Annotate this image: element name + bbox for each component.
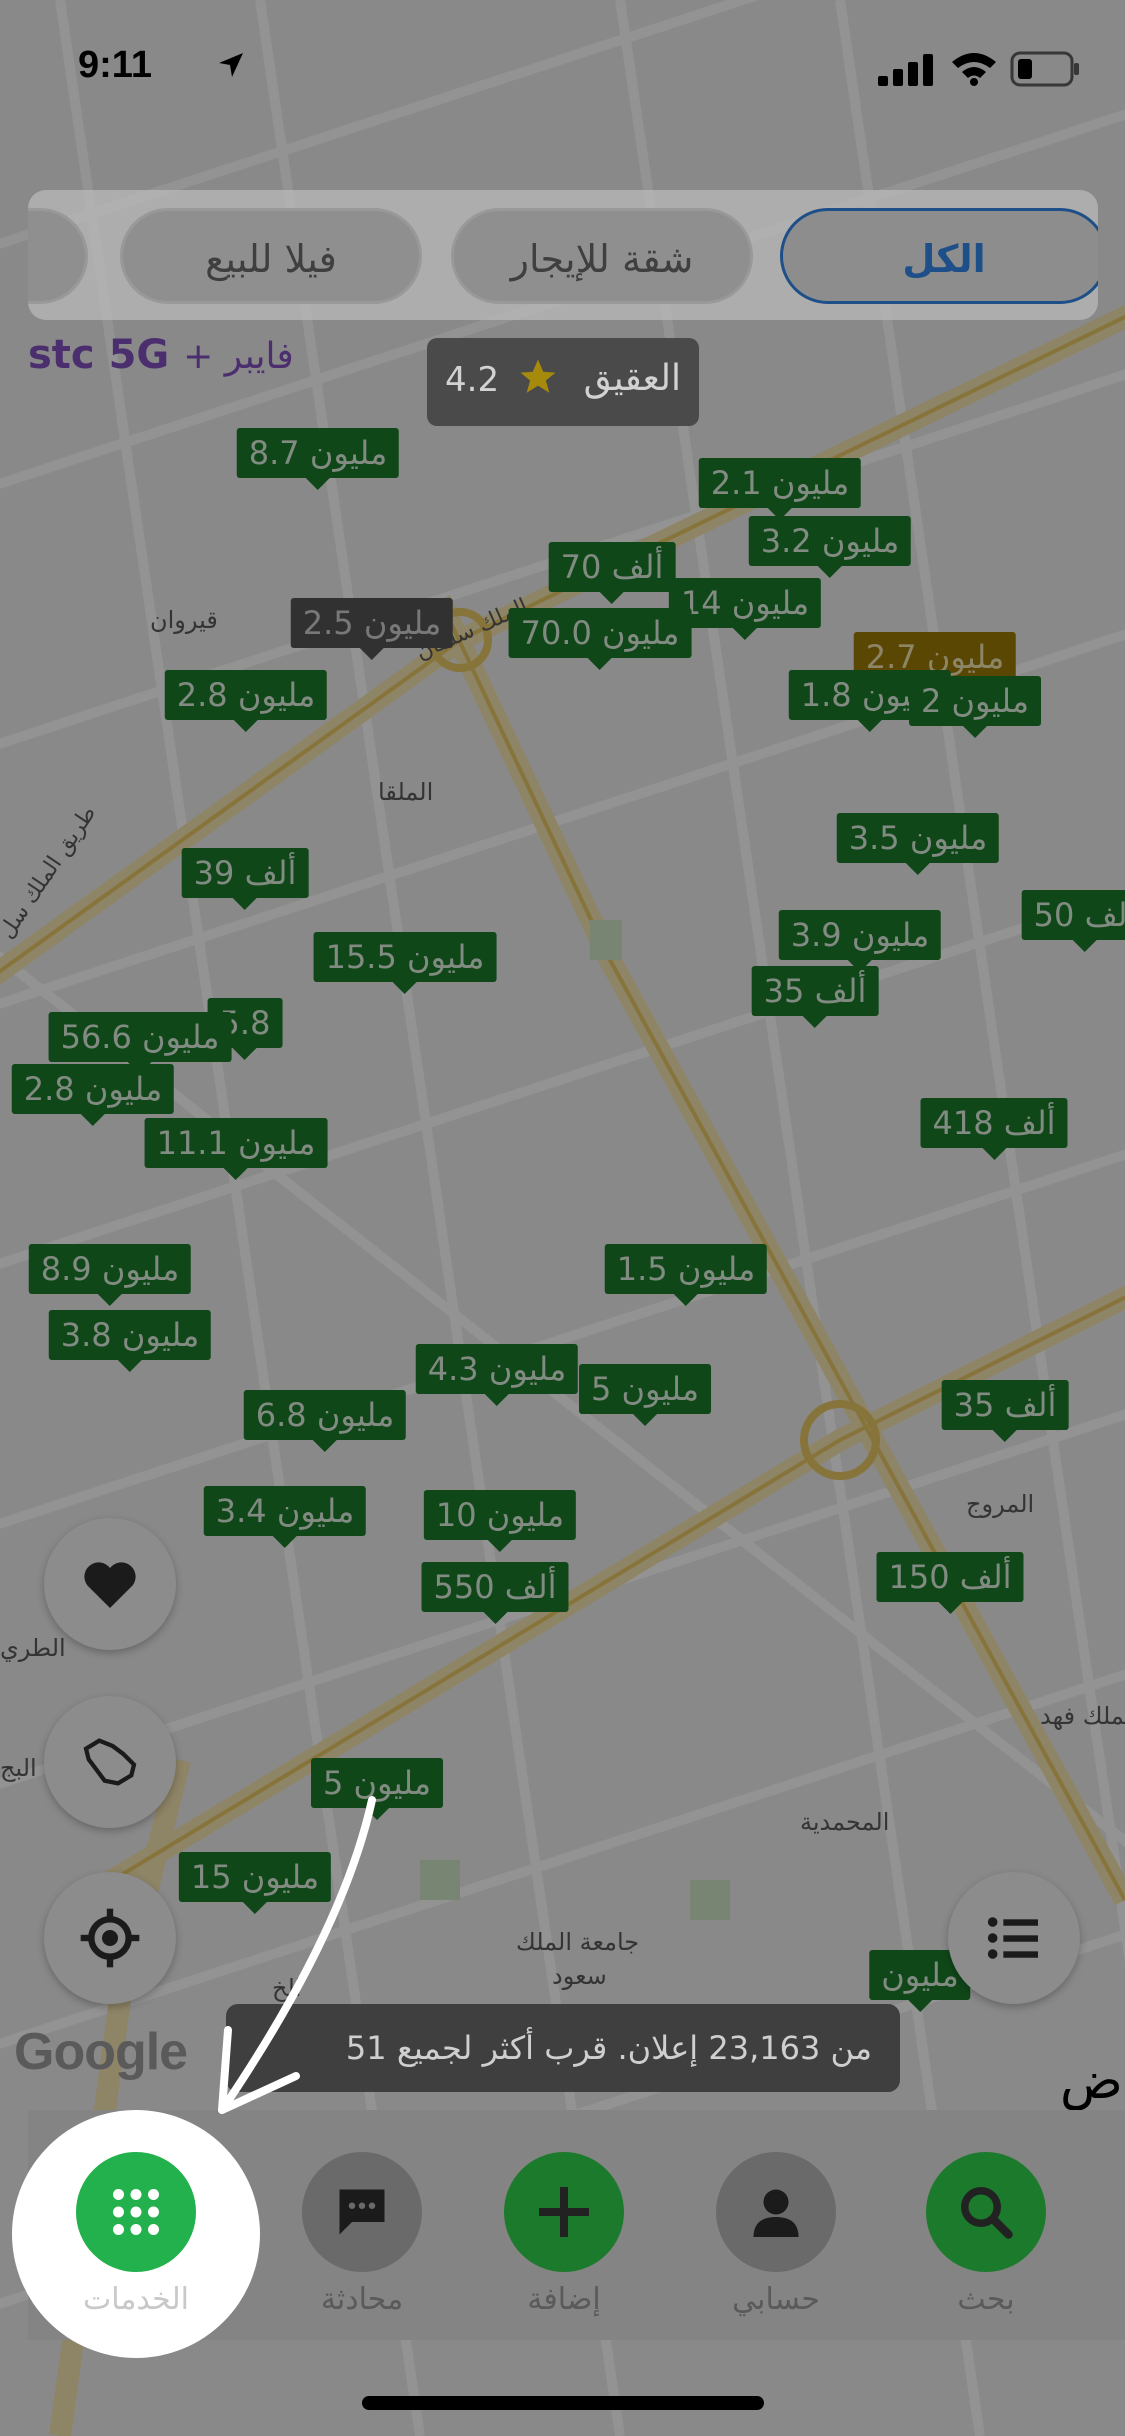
- neighborhood-rating: 4.2: [445, 360, 500, 400]
- person-icon: [753, 2189, 799, 2237]
- stc-banner[interactable]: stc 5G + فايبر: [28, 332, 294, 378]
- battery-icon: [1010, 51, 1079, 87]
- stc-fiber: + فايبر: [183, 336, 294, 377]
- filter-bar: الكل شقة للإيجار فيلا للبيع: [28, 190, 1098, 320]
- filter-chip-all[interactable]: الكل: [780, 208, 1098, 304]
- tab-account[interactable]: حسابي: [706, 2152, 846, 2322]
- tab-account-label: حسابي: [732, 2282, 820, 2317]
- tab-search-circle: [926, 2152, 1046, 2272]
- plus-icon: [539, 2187, 589, 2237]
- tab-chat[interactable]: محادثة: [292, 2152, 432, 2322]
- list-view-button[interactable]: [948, 1872, 1080, 2004]
- tab-services-circle: [76, 2152, 196, 2272]
- my-location-button[interactable]: [44, 1872, 176, 2004]
- saudi-map-icon: [83, 1738, 137, 1786]
- search-icon: [961, 2187, 1013, 2239]
- status-bar: 9:11: [0, 40, 1125, 100]
- tab-chat-label: محادثة: [320, 2282, 404, 2317]
- region-map-button[interactable]: [44, 1696, 176, 1828]
- tab-services[interactable]: الخدمات: [66, 2152, 206, 2322]
- tab-search[interactable]: بحث: [916, 2152, 1056, 2322]
- location-arrow-icon: [219, 53, 243, 77]
- list-icon: [987, 1917, 1038, 1959]
- chat-bubble-icon: [339, 2189, 385, 2235]
- home-indicator: [362, 2396, 764, 2410]
- filter-chip-villa-sale[interactable]: فيلا للبيع: [120, 208, 422, 304]
- tab-add[interactable]: إضافة: [494, 2152, 634, 2322]
- stc-brand: stc 5G: [28, 332, 170, 378]
- filter-chip-apartment-rent[interactable]: شقة للإيجار: [451, 208, 753, 304]
- grid-dots-icon: [113, 2189, 159, 2235]
- neighborhood-name: العقيق: [583, 358, 681, 399]
- star-icon: [520, 359, 556, 393]
- tab-account-circle: [716, 2152, 836, 2272]
- google-logo: Google: [14, 2023, 188, 2081]
- status-time: 9:11: [78, 44, 152, 86]
- tab-services-label: الخدمات: [82, 2282, 190, 2317]
- tab-search-label: بحث: [957, 2282, 1015, 2317]
- tab-add-label: إضافة: [527, 2282, 601, 2317]
- filter-chip-more[interactable]: [28, 208, 88, 304]
- heart-icon: [84, 1562, 136, 1608]
- annotation-arrow-icon: [218, 1796, 376, 2114]
- tab-chat-circle: [302, 2152, 422, 2272]
- neighborhood-badge[interactable]: العقيق 4.2: [427, 338, 699, 426]
- crosshair-icon: [80, 1908, 140, 1968]
- wifi-icon: [952, 53, 996, 86]
- tab-add-circle: [504, 2152, 624, 2272]
- cellular-signal-icon: [878, 54, 933, 86]
- favorites-button[interactable]: [44, 1518, 176, 1650]
